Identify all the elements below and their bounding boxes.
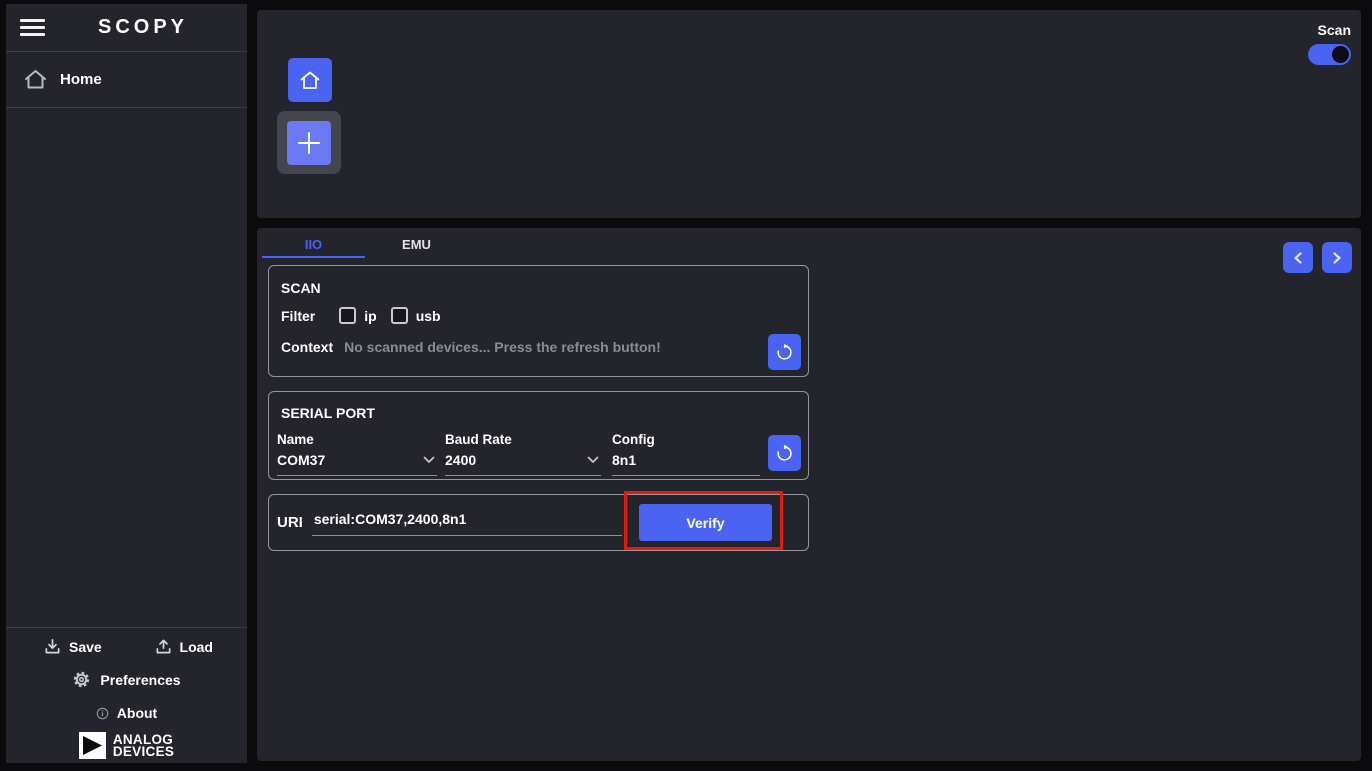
chevron-down-icon bbox=[423, 456, 435, 464]
menu-hamburger-icon[interactable] bbox=[20, 19, 45, 36]
plus-icon bbox=[296, 130, 322, 156]
serial-name-value: COM37 bbox=[277, 452, 325, 468]
save-label: Save bbox=[69, 639, 102, 655]
wizard-nav-buttons bbox=[1283, 242, 1352, 273]
scan-filter-row: Filter ip usb bbox=[281, 307, 796, 324]
sidebar-home-label: Home bbox=[60, 71, 102, 88]
scan-toggle-label: Scan bbox=[1318, 22, 1351, 38]
scopy-logo: SCOPY bbox=[45, 16, 247, 39]
adi-triangle-icon bbox=[79, 732, 106, 759]
info-icon bbox=[96, 707, 109, 720]
gear-icon bbox=[72, 670, 91, 689]
serial-name-label: Name bbox=[277, 432, 437, 447]
forward-button[interactable] bbox=[1322, 242, 1352, 273]
sidebar-item-home[interactable]: Home bbox=[6, 52, 247, 108]
chevron-down-icon bbox=[587, 456, 599, 464]
serial-section-title: SERIAL PORT bbox=[281, 405, 796, 421]
serial-config-field: Config 8n1 bbox=[612, 432, 760, 476]
home-page-button[interactable] bbox=[288, 58, 332, 102]
device-toolbar-panel: Scan bbox=[257, 10, 1361, 218]
add-device-button-selected-frame bbox=[277, 111, 341, 174]
scan-section: SCAN Filter ip usb Context No scanned de… bbox=[268, 265, 809, 377]
filter-ip-checkbox[interactable] bbox=[339, 307, 356, 324]
scan-control: Scan bbox=[1308, 22, 1351, 65]
refresh-icon bbox=[775, 343, 794, 362]
serial-config-value: 8n1 bbox=[612, 452, 636, 468]
connection-tabs: IIO EMU bbox=[262, 233, 468, 258]
serial-name-dropdown[interactable]: COM37 bbox=[277, 449, 437, 476]
serial-baud-value: 2400 bbox=[445, 452, 476, 468]
about-label: About bbox=[117, 705, 157, 721]
uri-input[interactable]: serial:COM37,2400,8n1 bbox=[312, 509, 622, 536]
serial-baud-field: Baud Rate 2400 bbox=[445, 432, 601, 476]
tab-iio-label: IIO bbox=[305, 237, 322, 252]
tab-emu-label: EMU bbox=[402, 237, 431, 252]
context-message: No scanned devices... Press the refresh … bbox=[344, 339, 661, 355]
filter-ip-label: ip bbox=[364, 308, 376, 324]
preferences-label: Preferences bbox=[100, 672, 180, 688]
back-button[interactable] bbox=[1283, 242, 1313, 273]
sidebar-spacer bbox=[6, 108, 247, 627]
save-button[interactable]: Save bbox=[44, 638, 102, 655]
context-label: Context bbox=[281, 339, 333, 355]
uri-section: URI serial:COM37,2400,8n1 Verify bbox=[268, 494, 809, 551]
load-upload-icon bbox=[155, 638, 172, 655]
filter-usb-label: usb bbox=[416, 308, 441, 324]
serial-port-section: SERIAL PORT Name COM37 Baud Rate 2400 bbox=[268, 391, 809, 480]
load-button[interactable]: Load bbox=[155, 638, 213, 655]
serial-config-input[interactable]: 8n1 bbox=[612, 449, 760, 476]
sidebar-header: SCOPY bbox=[6, 4, 247, 52]
refresh-icon bbox=[775, 444, 794, 463]
chevron-left-icon bbox=[1293, 252, 1303, 264]
home-icon bbox=[24, 69, 47, 90]
analog-devices-logo: ANALOG DEVICES bbox=[6, 732, 247, 759]
context-row: Context No scanned devices... Press the … bbox=[281, 339, 796, 355]
serial-baud-dropdown[interactable]: 2400 bbox=[445, 449, 601, 476]
sidebar-footer: Save Load bbox=[6, 627, 247, 763]
about-button[interactable]: About bbox=[6, 705, 247, 721]
scopy-window: SCOPY Home Save bbox=[0, 0, 1372, 771]
uri-label: URI bbox=[277, 514, 303, 531]
sidebar: SCOPY Home Save bbox=[6, 4, 247, 763]
verify-button[interactable]: Verify bbox=[639, 504, 772, 541]
scan-section-title: SCAN bbox=[281, 280, 796, 296]
add-device-panel: IIO EMU bbox=[257, 228, 1361, 761]
filter-label: Filter bbox=[281, 308, 315, 324]
brand-line2: DEVICES bbox=[113, 746, 174, 758]
scan-refresh-button[interactable] bbox=[768, 334, 801, 370]
uri-value: serial:COM37,2400,8n1 bbox=[314, 511, 467, 527]
chevron-right-icon bbox=[1332, 252, 1342, 264]
home-icon bbox=[299, 70, 321, 91]
serial-name-field: Name COM37 bbox=[277, 432, 437, 476]
tab-emu[interactable]: EMU bbox=[365, 233, 468, 258]
scan-toggle[interactable] bbox=[1308, 44, 1351, 65]
serial-baud-label: Baud Rate bbox=[445, 432, 601, 447]
serial-refresh-button[interactable] bbox=[768, 435, 801, 471]
scan-toggle-knob bbox=[1332, 46, 1349, 63]
load-label: Load bbox=[180, 639, 213, 655]
tab-iio[interactable]: IIO bbox=[262, 233, 365, 258]
save-download-icon bbox=[44, 638, 61, 655]
filter-usb-checkbox[interactable] bbox=[391, 307, 408, 324]
serial-config-label: Config bbox=[612, 432, 760, 447]
preferences-button[interactable]: Preferences bbox=[6, 670, 247, 689]
add-device-button[interactable] bbox=[287, 121, 331, 165]
